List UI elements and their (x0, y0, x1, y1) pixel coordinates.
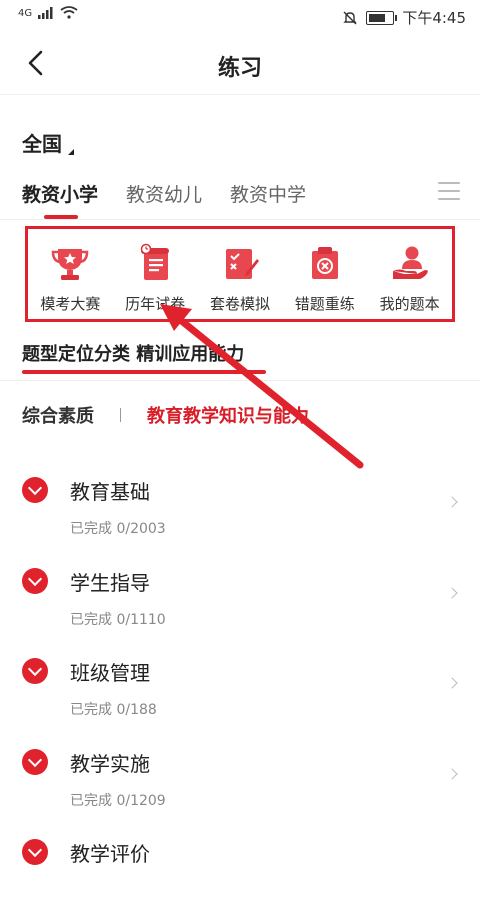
tab-separator (120, 408, 121, 422)
expand-chevron-icon[interactable] (22, 748, 48, 775)
signal-icon (38, 7, 53, 19)
dropdown-corner-icon (68, 149, 74, 155)
chapter-progress: 已完成 0/1110 (70, 611, 166, 628)
region-selector[interactable]: 全国 (22, 128, 74, 157)
chapter-progress: 已完成 0/2003 (70, 521, 166, 537)
tab-primary[interactable]: 教资小学 (22, 180, 98, 219)
divider (0, 380, 480, 381)
wifi-icon (60, 6, 78, 19)
battery-icon (366, 10, 398, 25)
tab-kindergarten[interactable]: 教资幼儿 (126, 180, 202, 207)
feature-label: 我的题本 (379, 295, 440, 313)
clock: 下午4:45 (402, 9, 466, 27)
subtab-general-quality[interactable]: 综合素质 (22, 402, 94, 428)
region-label: 全国 (22, 132, 62, 156)
wrong-question-icon (311, 247, 338, 279)
feature-mock-contest[interactable]: 模考大赛 (30, 243, 110, 314)
chevron-right-icon (446, 677, 458, 689)
expand-chevron-icon[interactable] (22, 839, 48, 865)
chapter-name: 班级管理 (70, 661, 150, 685)
network-label: 4G (18, 8, 33, 19)
chevron-right-icon (446, 767, 458, 780)
feature-label: 历年试卷 (125, 295, 186, 313)
chapter-name: 学生指导 (70, 570, 150, 595)
divider (0, 219, 480, 220)
category-tabs: 教资小学 教资幼儿 教资中学 (22, 180, 306, 219)
expand-chevron-icon[interactable] (22, 567, 48, 594)
feature-label: 套卷模拟 (209, 295, 270, 313)
list-item[interactable]: 教育基础 已完成 0/2003 (0, 460, 480, 551)
menu-icon[interactable] (438, 182, 460, 202)
section-title: 题型定位分类 精训应用能力 (22, 344, 245, 365)
feature-my-question-book[interactable]: 我的题本 (370, 243, 450, 314)
bell-muted-icon (343, 11, 358, 24)
list-item[interactable]: 学生指导 已完成 0/1110 (0, 551, 480, 642)
section-underline (22, 370, 266, 374)
feature-wrong-questions[interactable]: 错题重练 (285, 243, 365, 314)
chapter-list: 教育基础 已完成 0/2003 学生指导 已完成 0/1110 班级管理 已完成… (0, 460, 480, 913)
chapter-progress: 已完成 0/1209 (70, 792, 166, 809)
chapter-progress: 已完成 0/188 (70, 702, 157, 718)
subtab-teaching-knowledge[interactable]: 教育教学知识与能力 (147, 402, 309, 428)
status-right: 下午4:45 (342, 7, 466, 28)
feature-label: 错题重练 (294, 295, 355, 313)
subject-tabs: 综合素质 教育教学知识与能力 (22, 402, 309, 428)
feature-past-papers[interactable]: 历年试卷 (115, 243, 195, 314)
status-bar: 4G 下午4:45 (0, 0, 480, 34)
list-item[interactable]: 教学评价 (0, 822, 480, 913)
user-book-icon (392, 246, 428, 279)
status-left: 4G (18, 6, 78, 19)
chevron-right-icon (446, 496, 458, 508)
scroll-icon (140, 243, 170, 280)
exam-paper-icon (225, 249, 259, 279)
chevron-right-icon (446, 586, 458, 599)
list-item[interactable]: 教学实施 已完成 0/1209 (0, 732, 480, 823)
trophy-icon (52, 249, 89, 280)
feature-label: 模考大赛 (40, 295, 101, 313)
feature-mock-exam[interactable]: 套卷模拟 (200, 243, 280, 314)
expand-chevron-icon[interactable] (22, 658, 48, 684)
page-title: 练习 (217, 56, 262, 81)
app-header: 练习 (0, 34, 480, 95)
feature-shortcuts: 模考大赛 历年试卷 套卷模拟 错题重练 我的题本 (25, 226, 455, 322)
chapter-name: 教学实施 (70, 751, 150, 776)
expand-chevron-icon[interactable] (22, 477, 48, 503)
chapter-name: 教育基础 (70, 480, 150, 504)
list-item[interactable]: 班级管理 已完成 0/188 (0, 641, 480, 732)
tab-middle-school[interactable]: 教资中学 (230, 180, 306, 207)
